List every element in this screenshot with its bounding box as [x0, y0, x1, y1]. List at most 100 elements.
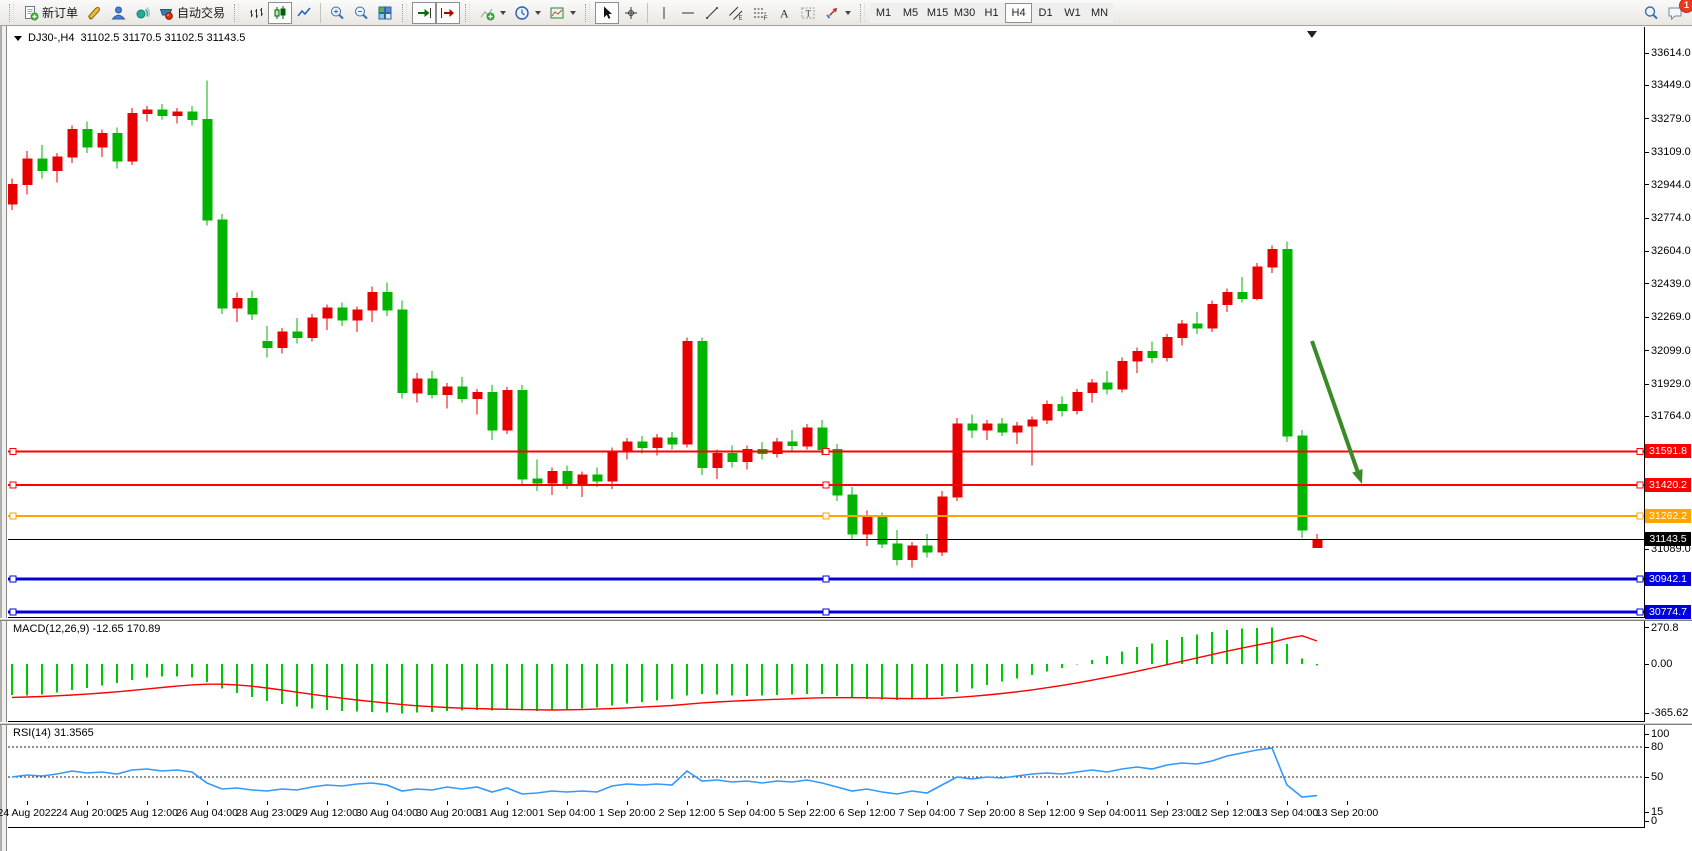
tf-button-m1[interactable]: M1: [870, 3, 897, 23]
tf-button-mn[interactable]: MN: [1086, 3, 1113, 23]
candle-body: [8, 185, 17, 205]
toolbar-grip[interactable]: [234, 4, 239, 22]
chart-symbol-period: DJ30-,H4: [28, 32, 74, 44]
line-anchor[interactable]: [10, 448, 16, 454]
macd-tick-label: 270.8: [1651, 622, 1679, 634]
line-anchor[interactable]: [1637, 609, 1643, 615]
price-tick-label: 32099.0: [1651, 345, 1691, 357]
line-anchor[interactable]: [1637, 513, 1643, 519]
line-anchor[interactable]: [10, 482, 16, 488]
cursor-button[interactable]: [595, 2, 619, 24]
tf-button-m30[interactable]: M30: [951, 3, 978, 23]
candle-body: [1013, 426, 1022, 432]
candle-body: [83, 129, 92, 147]
macd-pane[interactable]: [8, 621, 1645, 722]
indicators-button[interactable]: [475, 2, 510, 24]
candle-body: [188, 112, 197, 120]
candle-body: [338, 308, 347, 320]
tf-button-h4[interactable]: H4: [1005, 3, 1032, 23]
channel-button[interactable]: E: [724, 2, 748, 24]
date-tick-mark: [807, 801, 808, 805]
line-anchor[interactable]: [10, 513, 16, 519]
toolbar-grip[interactable]: [585, 4, 590, 22]
chart-ohlc-values: 31102.5 31170.5 31102.5 31143.5: [80, 32, 245, 44]
tf-button-h1[interactable]: H1: [978, 3, 1005, 23]
candle-body: [23, 159, 32, 185]
text-label-button[interactable]: T: [796, 2, 820, 24]
rsi-tick-label: 15: [1651, 806, 1663, 818]
date-label: 7 Sep 20:00: [959, 807, 1016, 819]
line-anchor[interactable]: [823, 576, 829, 582]
candle-body: [1193, 324, 1202, 328]
candle-body: [113, 133, 122, 161]
axis-tick-mark: [1645, 152, 1649, 153]
price-tick-label: 33279.0: [1651, 113, 1691, 125]
notification-badge[interactable]: 1: [1679, 0, 1692, 13]
date-tick-mark: [267, 801, 268, 805]
new-order-button[interactable]: 新订单: [19, 2, 82, 24]
toolbar-grip[interactable]: [860, 4, 865, 22]
periods-button[interactable]: [510, 2, 545, 24]
level-price-badge: 31591.8: [1645, 444, 1691, 458]
horizontal-line-button[interactable]: [676, 2, 700, 24]
auto-scroll-button[interactable]: [412, 2, 436, 24]
toolbar-grip[interactable]: [465, 4, 470, 22]
arrows-tool-button[interactable]: [820, 2, 855, 24]
one-click-trading-icon[interactable]: [14, 36, 22, 41]
line-anchor[interactable]: [1637, 482, 1643, 488]
candle-body: [143, 110, 152, 114]
text-button[interactable]: A: [772, 2, 796, 24]
autotrade-label: 自动交易: [177, 4, 225, 21]
date-label: 1 Sep 20:00: [599, 807, 656, 819]
templates-button[interactable]: [545, 2, 580, 24]
crosshair-button[interactable]: [619, 2, 643, 24]
search-button[interactable]: [1639, 2, 1663, 24]
candle-body: [1043, 405, 1052, 421]
line-anchor[interactable]: [823, 482, 829, 488]
line-anchor[interactable]: [823, 609, 829, 615]
search-icon: [1643, 5, 1659, 21]
tf-button-d1[interactable]: D1: [1032, 3, 1059, 23]
candle-body: [503, 391, 512, 430]
bar-chart-button[interactable]: [244, 2, 268, 24]
line-anchor[interactable]: [823, 513, 829, 519]
line-anchor[interactable]: [1637, 576, 1643, 582]
tile-windows-button[interactable]: [373, 2, 397, 24]
toolbar-grip[interactable]: [9, 4, 14, 22]
date-tick-mark: [327, 801, 328, 805]
data-window-button[interactable]: [106, 2, 130, 24]
candle-body: [803, 428, 812, 446]
candle-body: [713, 454, 722, 468]
annotation-arrow-head[interactable]: [1352, 469, 1362, 484]
vertical-line-button[interactable]: [652, 2, 676, 24]
zoom-out-button[interactable]: [349, 2, 373, 24]
rsi-line: [12, 748, 1317, 797]
line-anchor[interactable]: [823, 448, 829, 454]
date-tick-mark: [627, 801, 628, 805]
tf-button-m5[interactable]: M5: [897, 3, 924, 23]
candle-body: [398, 310, 407, 393]
candlestick-chart-button[interactable]: [268, 2, 292, 24]
line-anchor[interactable]: [10, 576, 16, 582]
line-chart-button[interactable]: [292, 2, 316, 24]
tf-button-w1[interactable]: W1: [1059, 3, 1086, 23]
line-anchor[interactable]: [1637, 448, 1643, 454]
zoom-in-button[interactable]: [325, 2, 349, 24]
date-tick-mark: [387, 801, 388, 805]
chart-shift-button[interactable]: [436, 2, 460, 24]
axis-tick-mark: [1645, 734, 1649, 735]
candle-body: [1283, 249, 1292, 436]
trendline-button[interactable]: [700, 2, 724, 24]
current-price-badge: 31143.5: [1645, 532, 1691, 546]
navigator-button[interactable]: [130, 2, 154, 24]
line-anchor[interactable]: [10, 609, 16, 615]
tf-button-m15[interactable]: M15: [924, 3, 951, 23]
price-chart-pane[interactable]: [8, 27, 1645, 618]
toolbar-grip[interactable]: [402, 4, 407, 22]
autotrade-button[interactable]: 自动交易: [154, 2, 229, 24]
fibonacci-button[interactable]: F: [748, 2, 772, 24]
candle-body: [413, 379, 422, 393]
window-left-frame: [0, 26, 7, 851]
axis-tick-mark: [1645, 812, 1649, 813]
styler-button[interactable]: [82, 2, 106, 24]
